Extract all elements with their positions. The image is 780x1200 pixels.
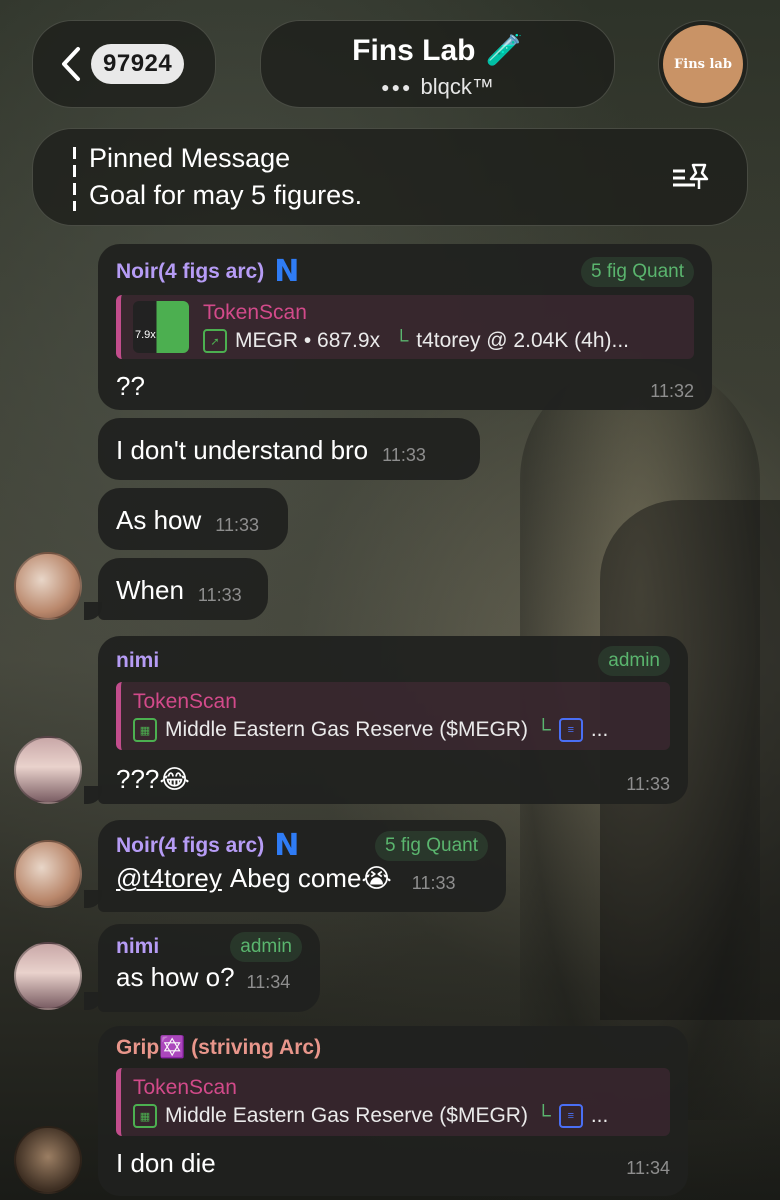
role-tag: 5 fig Quant <box>375 830 488 861</box>
mention-link[interactable]: @t4torey <box>116 863 222 894</box>
token-thumbnail: 7.9x <box>133 301 189 353</box>
role-tag: 5 fig Quant <box>581 256 694 287</box>
message-text: as how o? <box>116 962 235 992</box>
rocket-icon: ➚ <box>203 329 227 353</box>
message-time: 11:33 <box>197 585 242 605</box>
reply-arrow-icon: └ <box>394 329 409 352</box>
message-text: I don die <box>116 1148 216 1178</box>
message-bubble[interactable]: nimi admin TokenScan ▦ Middle Eastern Ga… <box>98 636 688 804</box>
reply-arrow-icon: └ <box>535 1104 551 1127</box>
token-icon: ▦ <box>133 1104 157 1128</box>
role-tag: admin <box>230 932 302 962</box>
message-bubble[interactable]: Grip✡️ (striving Arc) TokenScan ▦ Middle… <box>98 1026 688 1196</box>
reply-title: TokenScan <box>133 1076 237 1099</box>
message-text: Abeg come😭 <box>229 863 392 893</box>
ellipsis-icon: ... <box>590 1104 609 1127</box>
reply-body: Middle Eastern Gas Reserve ($MEGR) <box>165 1104 528 1127</box>
reply-preview[interactable]: TokenScan ▦ Middle Eastern Gas Reserve (… <box>116 1068 670 1136</box>
test-tube-icon: 🧪 <box>485 34 523 67</box>
user-avatar[interactable] <box>14 840 82 908</box>
user-avatar[interactable] <box>14 1126 82 1194</box>
message-text: When <box>116 575 184 605</box>
list-icon: ≡ <box>558 1104 583 1128</box>
message-bubble[interactable]: Noir(4 figs arc) N 5 fig Quant @t4torey … <box>98 820 506 912</box>
pinned-title: Pinned Message <box>89 143 291 173</box>
message-bubble[interactable]: I don't understand bro 11:33 <box>98 418 480 480</box>
sender-name[interactable]: nimi <box>116 935 159 959</box>
pinned-message[interactable]: Pinned Message Goal for may 5 figures. <box>32 128 748 226</box>
group-avatar-button[interactable]: Fins lab <box>658 20 748 108</box>
unread-count-badge: 97924 <box>91 44 185 84</box>
chevron-left-icon <box>62 47 80 81</box>
list-icon: ≡ <box>558 718 583 742</box>
message-bubble[interactable]: Noir(4 figs arc) N 5 fig Quant 7.9x Toke… <box>98 244 712 410</box>
pin-list-icon[interactable] <box>671 161 711 193</box>
message-text: ???😂 <box>116 764 190 794</box>
message-bubble[interactable]: As how 11:33 <box>98 488 288 550</box>
n-badge-icon: N <box>274 254 300 289</box>
message-time: 11:33 <box>215 515 259 535</box>
reply-preview[interactable]: 7.9x TokenScan ➚ MEGR • 687.9x └ t4torey… <box>116 295 694 359</box>
reply-arrow-icon: └ <box>535 718 551 741</box>
sender-name[interactable]: Grip✡️ (striving Arc) <box>116 1036 321 1059</box>
message-bubble[interactable]: When 11:33 <box>98 558 268 620</box>
pinned-text: Goal for may 5 figures. <box>89 180 363 210</box>
sender-name[interactable]: Noir(4 figs arc) <box>116 834 264 858</box>
chat-title: Fins Lab <box>352 33 476 67</box>
role-tag: admin <box>598 646 670 676</box>
message-time: 11:33 <box>626 774 670 794</box>
user-avatar[interactable] <box>14 942 82 1010</box>
message-bubble[interactable]: nimi admin as how o? 11:34 <box>98 924 320 1012</box>
n-badge-icon: N <box>274 828 300 863</box>
message-time: 11:33 <box>382 445 426 465</box>
sender-name[interactable]: nimi <box>116 649 159 673</box>
typing-indicator-icon: ●●● <box>381 79 413 95</box>
pinned-indicator <box>73 147 76 211</box>
message-time: 11:34 <box>626 1158 670 1178</box>
chat-header[interactable]: Fins Lab 🧪 ●●● blqck™ <box>260 20 615 108</box>
thumb-label: 7.9x <box>135 329 156 341</box>
chat-subtitle: blqck™ <box>420 74 494 99</box>
reply-title: TokenScan <box>203 301 307 324</box>
reply-body: Middle Eastern Gas Reserve ($MEGR) <box>165 718 528 741</box>
token-icon: ▦ <box>133 718 157 742</box>
sender-name[interactable]: Noir(4 figs arc) <box>116 260 264 284</box>
reply-extra: t4torey @ 2.04K (4h)... <box>416 329 629 352</box>
ellipsis-icon: ... <box>590 718 609 741</box>
reply-body: MEGR • 687.9x <box>235 329 381 352</box>
message-text: I don't understand bro <box>116 435 369 465</box>
user-avatar[interactable] <box>14 736 82 804</box>
message-text: As how <box>116 505 202 535</box>
reply-preview[interactable]: TokenScan ▦ Middle Eastern Gas Reserve (… <box>116 682 670 750</box>
back-button[interactable]: 97924 <box>32 20 216 108</box>
group-avatar: Fins lab <box>663 25 743 103</box>
reply-title: TokenScan <box>133 690 237 713</box>
user-avatar[interactable] <box>14 552 82 620</box>
message-time: 11:33 <box>411 873 456 893</box>
message-time: 11:32 <box>650 381 694 401</box>
message-time: 11:34 <box>246 972 291 992</box>
message-text: ?? <box>116 371 145 401</box>
